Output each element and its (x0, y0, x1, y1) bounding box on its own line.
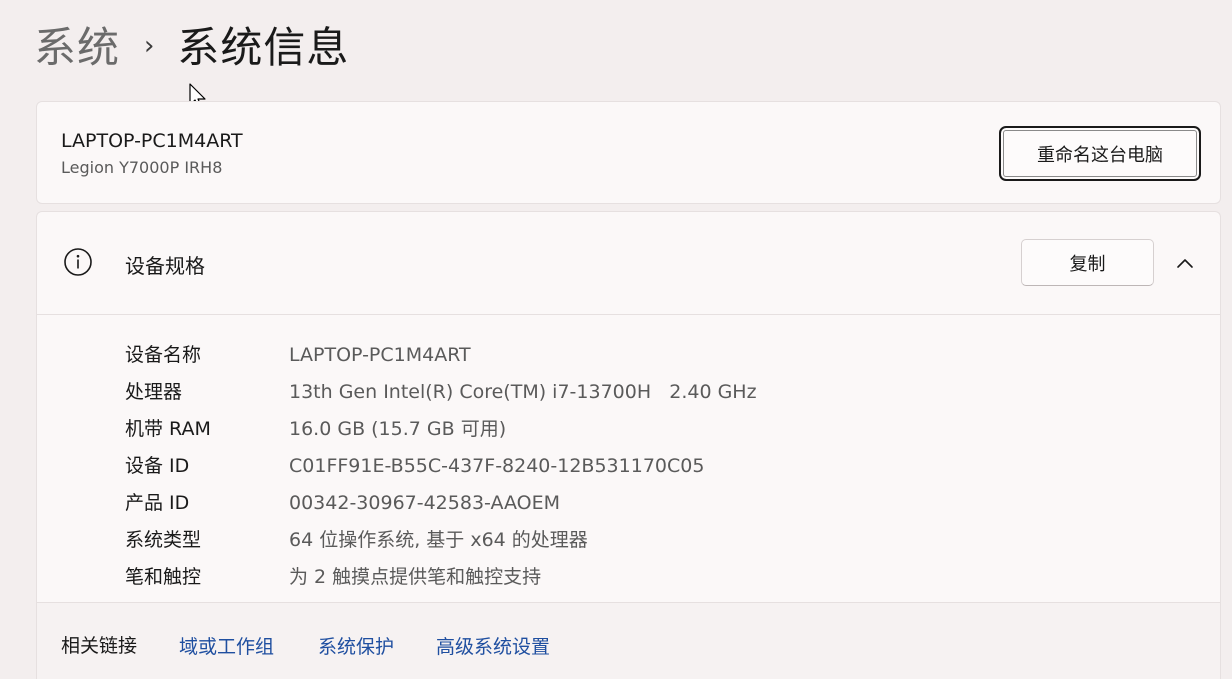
link-system-protection[interactable]: 系统保护 (318, 632, 394, 659)
link-domain-workgroup[interactable]: 域或工作组 (179, 632, 274, 659)
breadcrumb: 系统 › 系统信息 (34, 18, 349, 78)
spec-label: 设备名称 (125, 344, 202, 366)
spec-value[interactable]: 64 位操作系统, 基于 x64 的处理器 (289, 525, 588, 555)
spec-row-device-name: 设备名称 LAPTOP-PC1M4ART (37, 340, 1220, 370)
spec-label: 笔和触控 (125, 566, 202, 588)
related-links: 相关链接 域或工作组 系统保护 高级系统设置 (37, 602, 1220, 679)
info-icon (64, 248, 92, 276)
spec-label: 系统类型 (125, 529, 202, 551)
spec-row-processor: 处理器 13th Gen Intel(R) Core(TM) i7-13700H… (37, 377, 1220, 407)
spec-label: 处理器 (125, 381, 183, 403)
device-specs-header[interactable]: 设备规格 复制 (37, 212, 1220, 315)
spec-value[interactable]: 为 2 触摸点提供笔和触控支持 (289, 562, 541, 592)
spec-label: 设备 ID (125, 455, 190, 477)
spec-row-product-id: 产品 ID 00342-30967-42583-AAOEM (37, 488, 1220, 518)
breadcrumb-separator: › (144, 31, 156, 61)
link-advanced-system-settings[interactable]: 高级系统设置 (436, 632, 550, 659)
chevron-up-icon[interactable] (1173, 252, 1197, 276)
device-specs-title: 设备规格 (125, 254, 205, 278)
spec-value[interactable]: LAPTOP-PC1M4ART (289, 340, 471, 370)
device-specs-list: 设备名称 LAPTOP-PC1M4ART 处理器 13th Gen Intel(… (37, 315, 1220, 602)
copy-button[interactable]: 复制 (1021, 239, 1154, 286)
spec-label: 产品 ID (125, 492, 190, 514)
device-model: Legion Y7000P IRH8 (61, 158, 223, 177)
spec-value[interactable]: 00342-30967-42583-AAOEM (289, 488, 560, 518)
page-title: 系统信息 (177, 23, 350, 72)
spec-row-system-type: 系统类型 64 位操作系统, 基于 x64 的处理器 (37, 525, 1220, 555)
spec-row-device-id: 设备 ID C01FF91E-B55C-437F-8240-12B531170C… (37, 451, 1220, 481)
spec-row-pen-touch: 笔和触控 为 2 触摸点提供笔和触控支持 (37, 562, 1220, 592)
device-card: LAPTOP-PC1M4ART Legion Y7000P IRH8 重命名这台… (36, 101, 1221, 204)
rename-pc-button[interactable]: 重命名这台电脑 (999, 126, 1201, 181)
device-specs-card: 设备规格 复制 设备名称 LAPTOP-PC1M4ART 处理器 13th Ge… (36, 211, 1221, 679)
spec-label: 机带 RAM (125, 418, 211, 440)
device-name: LAPTOP-PC1M4ART (61, 130, 243, 152)
related-links-title: 相关链接 (61, 635, 138, 657)
spec-row-ram: 机带 RAM 16.0 GB (15.7 GB 可用) (37, 414, 1220, 444)
spec-value[interactable]: 13th Gen Intel(R) Core(TM) i7-13700H 2.4… (289, 377, 757, 407)
spec-value[interactable]: C01FF91E-B55C-437F-8240-12B531170C05 (289, 451, 704, 481)
spec-value[interactable]: 16.0 GB (15.7 GB 可用) (289, 414, 506, 444)
breadcrumb-system[interactable]: 系统 (34, 18, 120, 78)
